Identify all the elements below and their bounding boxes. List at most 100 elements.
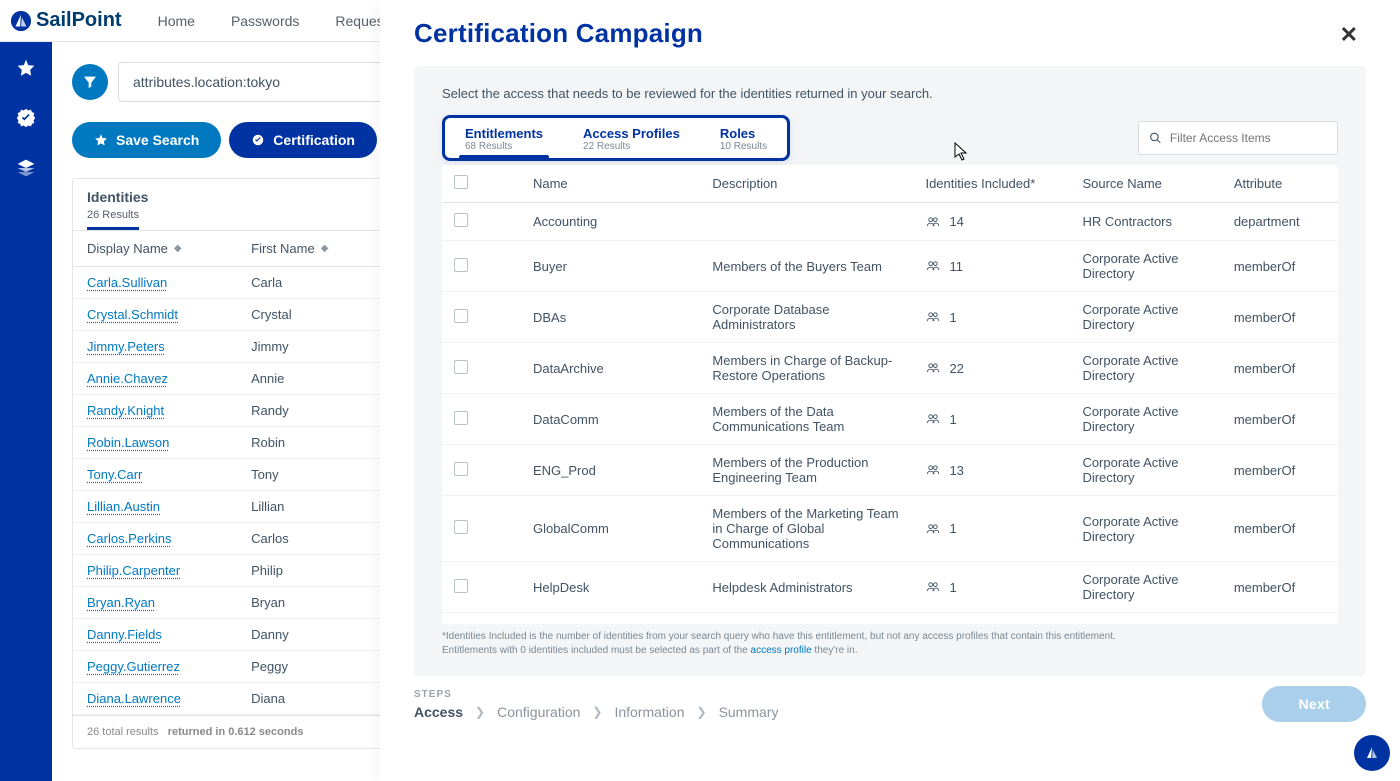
save-search-label: Save Search — [116, 132, 199, 148]
identity-link[interactable]: Philip.Carpenter — [87, 563, 180, 578]
cell-desc: Corporate Database Administrators — [704, 292, 917, 343]
identity-link[interactable]: Crystal.Schmidt — [87, 307, 178, 322]
cell-name: HostingVPN — [525, 613, 704, 625]
col-ident[interactable]: Identities Included* — [917, 165, 1074, 203]
crumb-configuration[interactable]: Configuration — [497, 704, 580, 720]
cell-ident: 11 — [917, 241, 1074, 292]
cell-name: GlobalComm — [525, 496, 704, 562]
cell-attr: memberOf — [1226, 343, 1338, 394]
table-row: Accounting14HR Contractorsdepartment — [442, 203, 1338, 241]
identity-first-name: Bryan — [251, 595, 367, 610]
entitlements-table: Name Description Identities Included* So… — [442, 165, 1338, 624]
cell-ident: 1 — [917, 496, 1074, 562]
tab-entitlements[interactable]: Entitlements 68 Results — [445, 122, 563, 158]
identity-link[interactable]: Peggy.Gutierrez — [87, 659, 180, 674]
brand-text: SailPoint — [36, 9, 122, 32]
star-icon[interactable] — [16, 58, 36, 78]
modal-title: Certification Campaign — [414, 18, 703, 49]
row-checkbox[interactable] — [454, 258, 468, 272]
identity-link[interactable]: Bryan.Ryan — [87, 595, 155, 610]
step-breadcrumbs: Access ❯ Configuration ❯ Information ❯ S… — [414, 704, 778, 720]
cell-source: Corporate Active Directory — [1074, 562, 1225, 613]
certification-button[interactable]: Certification — [229, 122, 377, 158]
col-attr[interactable]: Attribute — [1226, 165, 1338, 203]
table-row: HelpDeskHelpdesk Administrators1Corporat… — [442, 562, 1338, 613]
crumb-information[interactable]: Information — [614, 704, 684, 720]
people-icon — [925, 463, 941, 477]
row-checkbox[interactable] — [454, 360, 468, 374]
cell-desc: Helpdesk Administrators — [704, 562, 917, 613]
people-icon — [925, 310, 941, 324]
cell-desc — [704, 203, 917, 241]
cell-attr: department — [1226, 203, 1338, 241]
save-search-button[interactable]: Save Search — [72, 122, 221, 158]
steps-label: STEPS — [414, 689, 778, 700]
next-button[interactable]: Next — [1262, 686, 1366, 722]
col-first-name[interactable]: First Name◆ — [251, 241, 367, 256]
col-name[interactable]: Name — [525, 165, 704, 203]
identity-first-name: Lillian — [251, 499, 367, 514]
identity-link[interactable]: Diana.Lawrence — [87, 691, 181, 706]
access-profile-link[interactable]: access profile — [751, 645, 812, 656]
identity-link[interactable]: Annie.Chavez — [87, 371, 168, 386]
brand-logo: SailPoint — [0, 9, 140, 32]
badge-icon — [251, 133, 265, 147]
col-source[interactable]: Source Name — [1074, 165, 1225, 203]
identity-link[interactable]: Robin.Lawson — [87, 435, 169, 450]
people-icon — [925, 522, 941, 536]
identity-link[interactable]: Danny.Fields — [87, 627, 162, 642]
identity-link[interactable]: Carlos.Perkins — [87, 531, 172, 546]
tab-roles[interactable]: Roles 10 Results — [700, 122, 787, 158]
table-row: DataArchiveMembers in Charge of Backup-R… — [442, 343, 1338, 394]
cell-desc: Members of the Marketing Team in Charge … — [704, 496, 917, 562]
cell-ident: 14 — [917, 203, 1074, 241]
close-icon[interactable]: ✕ — [1332, 18, 1366, 52]
identity-row: Bryan.Ryan Bryan — [73, 587, 381, 619]
select-all-checkbox[interactable] — [454, 175, 468, 189]
row-checkbox[interactable] — [454, 309, 468, 323]
identity-first-name: Tony — [251, 467, 367, 482]
crumb-summary[interactable]: Summary — [719, 704, 779, 720]
tab-access-profiles[interactable]: Access Profiles 22 Results — [563, 122, 700, 158]
sort-icon: ◆ — [174, 243, 182, 254]
people-icon — [925, 215, 941, 229]
filter-button[interactable] — [72, 64, 108, 100]
crumb-access[interactable]: Access — [414, 704, 463, 720]
identity-first-name: Jimmy — [251, 339, 367, 354]
badge-check-icon[interactable] — [16, 108, 36, 128]
cell-desc: Members of the Data Communications Team — [704, 394, 917, 445]
col-display-name[interactable]: Display Name◆ — [87, 241, 251, 256]
identity-link[interactable]: Tony.Carr — [87, 467, 142, 482]
identity-link[interactable]: Carla.Sullivan — [87, 275, 167, 290]
row-checkbox[interactable] — [454, 411, 468, 425]
people-icon — [925, 412, 941, 426]
identity-link[interactable]: Lillian.Austin — [87, 499, 160, 514]
col-desc[interactable]: Description — [704, 165, 917, 203]
layers-icon[interactable] — [16, 158, 36, 178]
nav-home[interactable]: Home — [140, 13, 213, 29]
cell-source: Corporate Active Directory — [1074, 292, 1225, 343]
campaign-modal: Certification Campaign ✕ Select the acce… — [380, 0, 1400, 781]
sailpoint-mark-icon — [1362, 743, 1382, 763]
identity-row: Philip.CarpenterPhilip — [73, 555, 381, 587]
search-query-input[interactable] — [118, 62, 382, 102]
identity-first-name: Crystal — [251, 307, 367, 322]
identity-first-name: Annie — [251, 371, 367, 386]
identity-link[interactable]: Randy.Knight — [87, 403, 164, 418]
nav-passwords[interactable]: Passwords — [213, 13, 317, 29]
people-icon — [925, 259, 941, 273]
row-checkbox[interactable] — [454, 579, 468, 593]
identity-link[interactable]: Jimmy.Peters — [87, 339, 165, 354]
funnel-icon — [82, 74, 98, 90]
chevron-right-icon: ❯ — [475, 705, 485, 719]
row-checkbox[interactable] — [454, 462, 468, 476]
people-icon — [925, 361, 941, 375]
filter-access-input[interactable] — [1162, 130, 1327, 146]
help-button[interactable] — [1354, 735, 1390, 771]
identity-row: Peggy.GutierrezPeggy — [73, 651, 381, 683]
row-checkbox[interactable] — [454, 213, 468, 227]
cell-source: Corporate Active Directory — [1074, 496, 1225, 562]
cell-name: DBAs — [525, 292, 704, 343]
identity-first-name: Carlos — [251, 531, 367, 546]
row-checkbox[interactable] — [454, 520, 468, 534]
